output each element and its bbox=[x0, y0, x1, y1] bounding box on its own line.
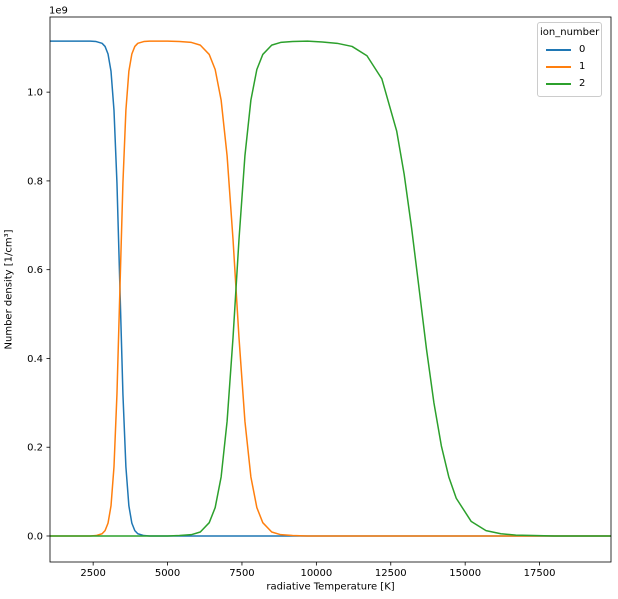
legend-line-swatch-1 bbox=[546, 66, 571, 68]
legend-line-swatch-2 bbox=[546, 83, 571, 85]
y-tick-label: 0.2 bbox=[27, 443, 43, 454]
x-axis-label: radiative Temperature [K] bbox=[266, 582, 394, 593]
axes-spines bbox=[50, 17, 611, 562]
y-tick-label: 0.4 bbox=[27, 354, 43, 365]
y-tick-label: 0.0 bbox=[27, 531, 43, 542]
legend-line-swatch-0 bbox=[546, 49, 571, 51]
legend-item-label: 1 bbox=[579, 60, 585, 73]
y-axis-label: Number density [1/cm³] bbox=[4, 229, 15, 349]
legend-item: 0 bbox=[540, 41, 599, 58]
series-line-2 bbox=[50, 41, 611, 536]
series-line-1 bbox=[50, 41, 611, 536]
legend-item: 1 bbox=[540, 58, 599, 75]
legend: ion_number 0 1 2 bbox=[537, 22, 602, 97]
chart-canvas: 2500 5000 7500 10000 12500 15000 17500 0.0 0.2 0.… bbox=[0, 0, 618, 599]
x-tick-label: 2500 bbox=[80, 568, 105, 579]
y-tick-label: 0.6 bbox=[27, 265, 43, 276]
series-line-0 bbox=[50, 41, 611, 536]
y-tick-label: 0.8 bbox=[27, 176, 43, 187]
x-tick-label: 15000 bbox=[449, 568, 481, 579]
figure: 2500 5000 7500 10000 12500 15000 17500 0.0 0.2 0.… bbox=[0, 0, 618, 599]
y-tick-label: 1.0 bbox=[27, 88, 43, 99]
y-axis-offset-label: 1e9 bbox=[49, 6, 68, 17]
legend-item-label: 2 bbox=[579, 77, 585, 90]
x-tick-label: 12500 bbox=[375, 568, 407, 579]
x-tick-label: 7500 bbox=[229, 568, 254, 579]
x-tick-label: 5000 bbox=[155, 568, 180, 579]
x-tick-label: 17500 bbox=[524, 568, 556, 579]
legend-title: ion_number bbox=[540, 26, 599, 39]
x-tick-label: 10000 bbox=[300, 568, 332, 579]
legend-item-label: 0 bbox=[579, 43, 585, 56]
legend-item: 2 bbox=[540, 75, 599, 92]
